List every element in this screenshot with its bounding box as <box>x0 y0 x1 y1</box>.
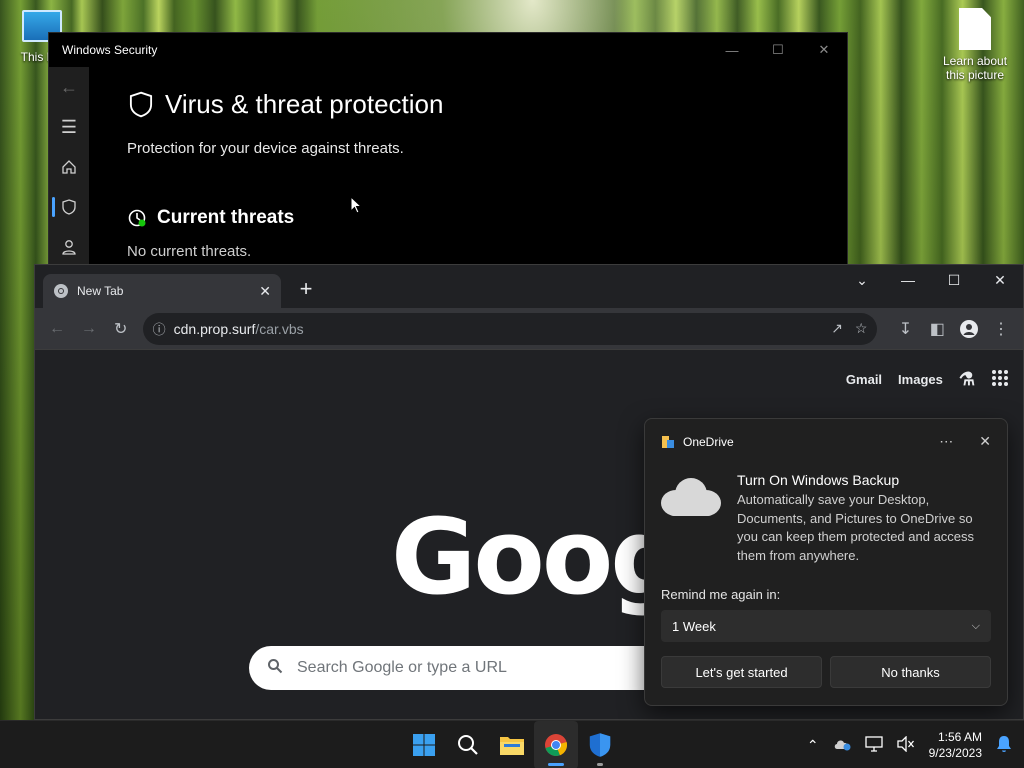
cloud-icon <box>661 476 721 516</box>
notification-body: Turn On Windows Backup Automatically sav… <box>661 472 991 565</box>
bookmark-star-icon[interactable]: ☆ <box>855 320 868 337</box>
apps-grid-icon[interactable] <box>991 369 1009 390</box>
profile-avatar-icon[interactable] <box>955 315 983 343</box>
remind-label: Remind me again in: <box>661 587 781 602</box>
back-arrow-icon[interactable]: ← <box>43 315 71 343</box>
tab-new-tab[interactable]: New Tab ✕ <box>43 274 281 308</box>
url-path: /car.vbs <box>255 320 304 337</box>
maximize-button[interactable]: ☐ <box>755 33 801 67</box>
chrome-taskbar-button[interactable] <box>534 721 578 768</box>
remind-dropdown[interactable]: 1 Week ⌵ <box>661 610 991 642</box>
folder-icon <box>500 737 524 755</box>
new-tab-button[interactable]: + <box>294 276 318 301</box>
title-bar[interactable]: Windows Security — ☐ ✕ <box>49 33 847 67</box>
running-indicator <box>597 763 603 766</box>
volume-muted-icon[interactable] <box>896 734 915 755</box>
chevron-down-icon: ⌵ <box>971 619 980 632</box>
desktop-icon-label: Learn about this picture <box>942 54 1008 82</box>
onedrive-notification: OneDrive ⋯ ✕ Turn On Windows Backup Auto… <box>644 418 1008 706</box>
notification-title: Turn On Windows Backup <box>737 472 900 488</box>
windows-security-window: Windows Security — ☐ ✕ ← ☰ Virus & threa… <box>48 32 848 265</box>
desktop-icon-learn-picture[interactable]: Learn about this picture <box>936 8 1014 82</box>
reload-icon[interactable]: ↻ <box>107 315 135 343</box>
section-heading: Current threats <box>127 207 443 229</box>
close-button[interactable]: ✕ <box>977 265 1023 295</box>
home-icon[interactable] <box>49 147 89 187</box>
clock-date: 9/23/2023 <box>928 746 982 760</box>
search-button[interactable] <box>446 721 490 768</box>
search-icon <box>267 658 283 679</box>
close-tab-icon[interactable]: ✕ <box>259 283 271 300</box>
notification-message: Automatically save your Desktop, Documen… <box>737 492 975 563</box>
window-title: Windows Security <box>62 43 158 57</box>
toolbar: ← → ↻ ⓘ cdn.prop.surf/car.vbs ↗ ☆ ↧ ◧ ⋮ <box>35 308 1023 350</box>
minimize-button[interactable]: — <box>709 33 755 67</box>
back-button[interactable]: ← <box>49 67 89 107</box>
shield-nav-icon[interactable] <box>49 187 89 227</box>
forward-arrow-icon[interactable]: → <box>75 315 103 343</box>
refresh-clock-icon <box>128 209 146 227</box>
taskbar: ⌃ 1:56 AM 9/23/2023 <box>0 720 1024 768</box>
threat-status: No current threats. <box>127 243 252 260</box>
chrome-icon <box>545 734 568 757</box>
network-icon[interactable] <box>864 735 883 755</box>
share-icon[interactable]: ↗ <box>831 320 843 337</box>
more-menu-icon[interactable]: ⋮ <box>987 315 1015 343</box>
clock-time: 1:56 AM <box>937 730 982 744</box>
address-bar[interactable]: ⓘ cdn.prop.surf/car.vbs ↗ ☆ <box>142 312 878 345</box>
close-icon[interactable]: ✕ <box>979 433 991 450</box>
site-info-icon[interactable]: ⓘ <box>153 319 166 338</box>
tab-search-chevron-icon[interactable]: ⌄ <box>839 265 885 295</box>
ntp-links: Gmail Images ⚗ <box>846 369 1009 390</box>
hamburger-menu-icon[interactable]: ☰ <box>49 107 89 147</box>
remind-selected-value: 1 Week <box>672 618 716 634</box>
notification-bell-icon[interactable] <box>996 735 1012 756</box>
active-indicator <box>548 763 564 766</box>
mouse-cursor-icon <box>350 196 362 214</box>
labs-flask-icon[interactable]: ⚗ <box>959 369 975 390</box>
nav-rail: ← ☰ <box>49 67 89 264</box>
minimize-button[interactable]: — <box>885 265 931 295</box>
tab-title: New Tab <box>77 284 124 298</box>
shield-icon <box>129 91 153 118</box>
tab-strip[interactable]: New Tab ✕ + ⌄ — ☐ ✕ <box>35 265 1023 308</box>
onedrive-app-icon <box>662 435 674 448</box>
page-title-text: Virus & threat protection <box>165 89 444 119</box>
more-options-icon[interactable]: ⋯ <box>939 433 953 450</box>
show-hidden-icons-chevron-icon[interactable]: ⌃ <box>807 737 819 754</box>
app-name: OneDrive <box>683 434 734 449</box>
download-icon[interactable]: ↧ <box>891 315 919 343</box>
account-icon[interactable] <box>49 227 89 267</box>
clock[interactable]: 1:56 AM 9/23/2023 <box>929 729 982 761</box>
file-icon <box>959 8 991 50</box>
side-panel-icon[interactable]: ◧ <box>923 315 951 343</box>
maximize-button[interactable]: ☐ <box>931 265 977 295</box>
search-placeholder: Search Google or type a URL <box>297 659 507 676</box>
file-explorer-button[interactable] <box>490 721 534 768</box>
close-button[interactable]: ✕ <box>801 33 847 67</box>
chrome-favicon-icon <box>54 284 68 298</box>
url-host: cdn.prop.surf <box>173 320 256 337</box>
gmail-link[interactable]: Gmail <box>846 372 882 387</box>
system-tray: ⌃ 1:56 AM 9/23/2023 <box>807 721 1024 768</box>
onedrive-tray-icon[interactable] <box>833 737 851 754</box>
no-thanks-button[interactable]: No thanks <box>830 656 991 688</box>
search-icon <box>458 735 478 755</box>
start-button[interactable] <box>402 721 446 768</box>
get-started-button[interactable]: Let's get started <box>661 656 822 688</box>
security-content: Virus & threat protection Protection for… <box>127 89 443 260</box>
windows-logo-icon <box>413 734 435 756</box>
security-shield-icon <box>589 733 611 757</box>
images-link[interactable]: Images <box>898 372 943 387</box>
windows-security-taskbar-button[interactable] <box>578 721 622 768</box>
page-title: Virus & threat protection <box>129 89 443 120</box>
section-heading-text: Current threats <box>157 207 295 228</box>
page-subtitle: Protection for your device against threa… <box>127 140 404 157</box>
notification-header: OneDrive ⋯ ✕ <box>661 433 991 450</box>
